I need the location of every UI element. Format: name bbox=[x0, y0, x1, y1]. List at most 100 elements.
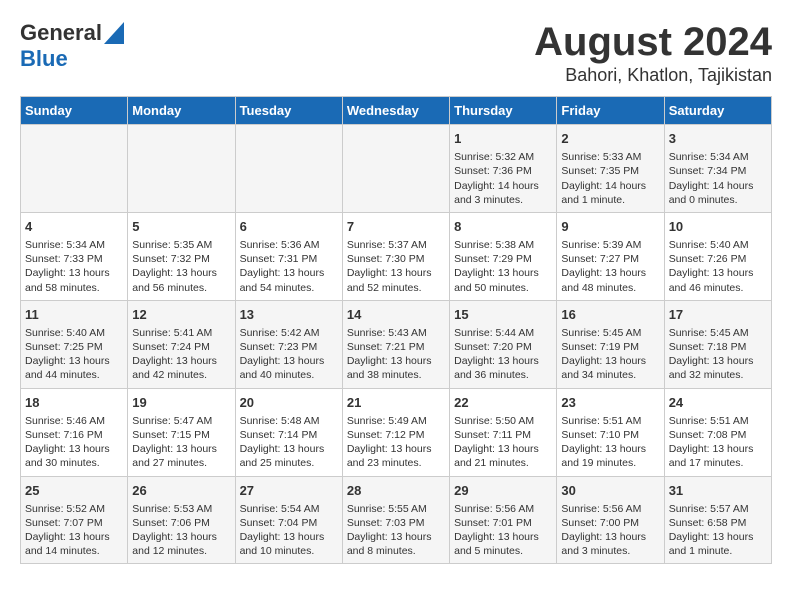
day-info: and 17 minutes. bbox=[669, 456, 767, 470]
day-info: Sunset: 7:24 PM bbox=[132, 340, 230, 354]
day-info: Daylight: 13 hours bbox=[669, 530, 767, 544]
day-info: Sunset: 7:00 PM bbox=[561, 516, 659, 530]
day-number: 25 bbox=[25, 482, 123, 500]
day-info: Sunrise: 5:39 AM bbox=[561, 238, 659, 252]
day-info: Sunset: 7:06 PM bbox=[132, 516, 230, 530]
day-info: Daylight: 13 hours bbox=[132, 354, 230, 368]
day-info: Sunset: 7:03 PM bbox=[347, 516, 445, 530]
day-info: Sunset: 7:12 PM bbox=[347, 428, 445, 442]
day-info: Sunset: 7:10 PM bbox=[561, 428, 659, 442]
calendar-cell: 29Sunrise: 5:56 AMSunset: 7:01 PMDayligh… bbox=[450, 476, 557, 564]
day-number: 1 bbox=[454, 130, 552, 148]
day-info: Sunrise: 5:50 AM bbox=[454, 414, 552, 428]
day-of-week-thursday: Thursday bbox=[450, 97, 557, 125]
day-info: Sunrise: 5:33 AM bbox=[561, 150, 659, 164]
logo-general: General bbox=[20, 20, 102, 46]
day-info: Daylight: 13 hours bbox=[454, 530, 552, 544]
calendar-cell: 6Sunrise: 5:36 AMSunset: 7:31 PMDaylight… bbox=[235, 212, 342, 300]
calendar-week-2: 4Sunrise: 5:34 AMSunset: 7:33 PMDaylight… bbox=[21, 212, 772, 300]
day-info: and 40 minutes. bbox=[240, 368, 338, 382]
day-info: Daylight: 13 hours bbox=[347, 266, 445, 280]
day-info: Sunrise: 5:36 AM bbox=[240, 238, 338, 252]
day-info: Sunset: 7:36 PM bbox=[454, 164, 552, 178]
day-info: and 50 minutes. bbox=[454, 281, 552, 295]
calendar-cell bbox=[235, 125, 342, 213]
day-info: Sunset: 7:35 PM bbox=[561, 164, 659, 178]
calendar-cell: 1Sunrise: 5:32 AMSunset: 7:36 PMDaylight… bbox=[450, 125, 557, 213]
day-info: Sunset: 7:33 PM bbox=[25, 252, 123, 266]
day-number: 14 bbox=[347, 306, 445, 324]
day-number: 4 bbox=[25, 218, 123, 236]
day-info: Daylight: 13 hours bbox=[347, 442, 445, 456]
day-info: Sunset: 7:25 PM bbox=[25, 340, 123, 354]
day-info: Sunset: 7:23 PM bbox=[240, 340, 338, 354]
day-info: and 36 minutes. bbox=[454, 368, 552, 382]
calendar-cell: 8Sunrise: 5:38 AMSunset: 7:29 PMDaylight… bbox=[450, 212, 557, 300]
calendar-month-year: August 2024 bbox=[534, 20, 772, 65]
day-info: and 30 minutes. bbox=[25, 456, 123, 470]
day-number: 31 bbox=[669, 482, 767, 500]
day-number: 20 bbox=[240, 394, 338, 412]
day-of-week-saturday: Saturday bbox=[664, 97, 771, 125]
day-info: Sunrise: 5:44 AM bbox=[454, 326, 552, 340]
day-info: Sunrise: 5:40 AM bbox=[25, 326, 123, 340]
day-info: Sunrise: 5:47 AM bbox=[132, 414, 230, 428]
day-of-week-sunday: Sunday bbox=[21, 97, 128, 125]
day-number: 17 bbox=[669, 306, 767, 324]
day-info: Daylight: 13 hours bbox=[25, 266, 123, 280]
day-number: 21 bbox=[347, 394, 445, 412]
day-info: Daylight: 13 hours bbox=[240, 266, 338, 280]
logo-blue: Blue bbox=[20, 46, 68, 71]
day-info: and 8 minutes. bbox=[347, 544, 445, 558]
day-info: Sunrise: 5:56 AM bbox=[561, 502, 659, 516]
day-info: Sunset: 7:26 PM bbox=[669, 252, 767, 266]
day-info: Daylight: 13 hours bbox=[454, 354, 552, 368]
day-info: Sunset: 7:31 PM bbox=[240, 252, 338, 266]
calendar-cell: 14Sunrise: 5:43 AMSunset: 7:21 PMDayligh… bbox=[342, 300, 449, 388]
day-info: Daylight: 13 hours bbox=[240, 354, 338, 368]
calendar-cell: 11Sunrise: 5:40 AMSunset: 7:25 PMDayligh… bbox=[21, 300, 128, 388]
day-info: Daylight: 13 hours bbox=[347, 530, 445, 544]
day-info: Sunrise: 5:52 AM bbox=[25, 502, 123, 516]
day-info: Sunrise: 5:57 AM bbox=[669, 502, 767, 516]
calendar-cell: 19Sunrise: 5:47 AMSunset: 7:15 PMDayligh… bbox=[128, 388, 235, 476]
day-info: and 54 minutes. bbox=[240, 281, 338, 295]
day-info: and 56 minutes. bbox=[132, 281, 230, 295]
day-number: 3 bbox=[669, 130, 767, 148]
day-info: and 23 minutes. bbox=[347, 456, 445, 470]
day-info: Daylight: 13 hours bbox=[25, 530, 123, 544]
day-of-week-monday: Monday bbox=[128, 97, 235, 125]
day-info: Sunrise: 5:34 AM bbox=[669, 150, 767, 164]
day-number: 26 bbox=[132, 482, 230, 500]
day-info: Daylight: 13 hours bbox=[561, 442, 659, 456]
day-info: Sunset: 7:11 PM bbox=[454, 428, 552, 442]
day-number: 12 bbox=[132, 306, 230, 324]
day-info: Sunrise: 5:40 AM bbox=[669, 238, 767, 252]
page-header: General Blue August 2024 Bahori, Khatlon… bbox=[20, 20, 772, 86]
day-info: Daylight: 13 hours bbox=[347, 354, 445, 368]
day-info: Daylight: 13 hours bbox=[669, 354, 767, 368]
day-info: and 58 minutes. bbox=[25, 281, 123, 295]
day-number: 18 bbox=[25, 394, 123, 412]
day-number: 13 bbox=[240, 306, 338, 324]
calendar-cell: 26Sunrise: 5:53 AMSunset: 7:06 PMDayligh… bbox=[128, 476, 235, 564]
calendar-cell: 31Sunrise: 5:57 AMSunset: 6:58 PMDayligh… bbox=[664, 476, 771, 564]
calendar-cell: 28Sunrise: 5:55 AMSunset: 7:03 PMDayligh… bbox=[342, 476, 449, 564]
calendar-week-1: 1Sunrise: 5:32 AMSunset: 7:36 PMDaylight… bbox=[21, 125, 772, 213]
day-info: Sunset: 7:32 PM bbox=[132, 252, 230, 266]
day-info: Sunset: 7:29 PM bbox=[454, 252, 552, 266]
calendar-location: Bahori, Khatlon, Tajikistan bbox=[534, 65, 772, 86]
day-number: 5 bbox=[132, 218, 230, 236]
logo: General Blue bbox=[20, 20, 124, 72]
calendar-week-5: 25Sunrise: 5:52 AMSunset: 7:07 PMDayligh… bbox=[21, 476, 772, 564]
day-info: Daylight: 14 hours bbox=[454, 179, 552, 193]
day-info: and 38 minutes. bbox=[347, 368, 445, 382]
day-number: 7 bbox=[347, 218, 445, 236]
day-info: Sunrise: 5:54 AM bbox=[240, 502, 338, 516]
day-info: Sunrise: 5:53 AM bbox=[132, 502, 230, 516]
day-info: Sunrise: 5:42 AM bbox=[240, 326, 338, 340]
day-info: Sunrise: 5:46 AM bbox=[25, 414, 123, 428]
day-info: and 19 minutes. bbox=[561, 456, 659, 470]
day-info: Sunset: 7:07 PM bbox=[25, 516, 123, 530]
day-info: Sunrise: 5:51 AM bbox=[561, 414, 659, 428]
